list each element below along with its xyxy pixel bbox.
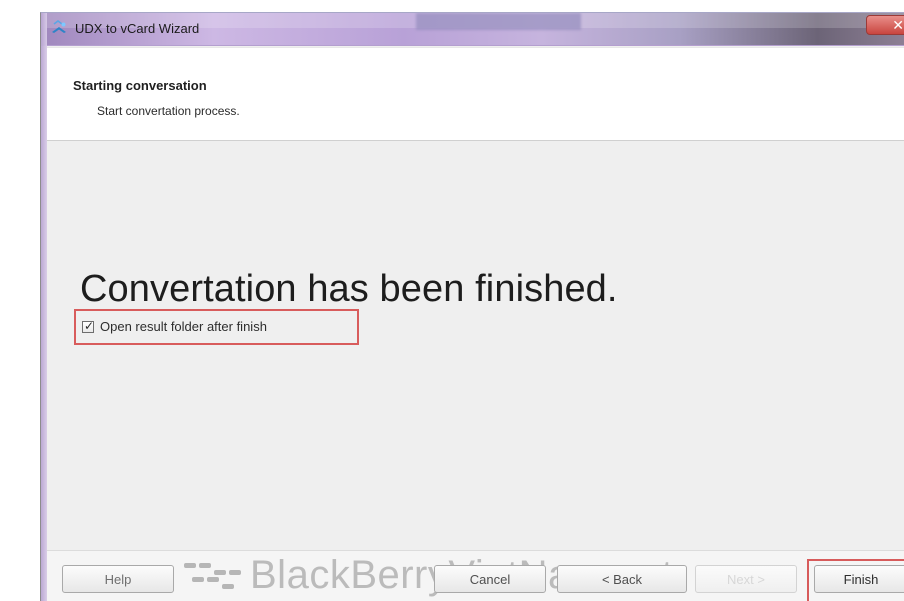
title-bar[interactable]: UDX to vCard Wizard ✕ — [41, 13, 904, 46]
outer-left-margin — [0, 0, 40, 601]
blackberry-logo-icon — [183, 560, 243, 592]
close-button[interactable]: ✕ — [866, 15, 904, 35]
finish-button[interactable]: Finish — [814, 565, 904, 593]
back-button[interactable]: < Back — [557, 565, 687, 593]
screen: UDX to vCard Wizard ✕ Starting conversat… — [0, 0, 904, 601]
title-bar-blur — [416, 13, 581, 30]
wizard-header: Starting conversation Start convertation… — [47, 47, 904, 141]
completion-message: Convertation has been finished. — [80, 268, 618, 310]
help-button[interactable]: Help — [62, 565, 174, 593]
window-left-edge — [41, 13, 47, 601]
checkmark-icon: ✓ — [84, 318, 95, 333]
page-subtitle: Start convertation process. — [97, 104, 240, 118]
checkbox-label: Open result folder after finish — [100, 319, 267, 334]
window-title: UDX to vCard Wizard — [75, 21, 200, 36]
wizard-content: Convertation has been finished. ✓ Open r… — [47, 141, 904, 550]
wizard-footer: Help BlackBer — [47, 550, 904, 601]
page-title: Starting conversation — [73, 78, 207, 93]
open-result-folder-option[interactable]: ✓ Open result folder after finish — [82, 319, 267, 334]
close-icon: ✕ — [892, 17, 904, 33]
wizard-icon — [50, 20, 68, 38]
cancel-button[interactable]: Cancel — [434, 565, 546, 593]
open-result-folder-checkbox[interactable]: ✓ — [82, 318, 95, 333]
next-button[interactable]: Next > — [695, 565, 797, 593]
wizard-window: UDX to vCard Wizard ✕ Starting conversat… — [40, 12, 904, 601]
